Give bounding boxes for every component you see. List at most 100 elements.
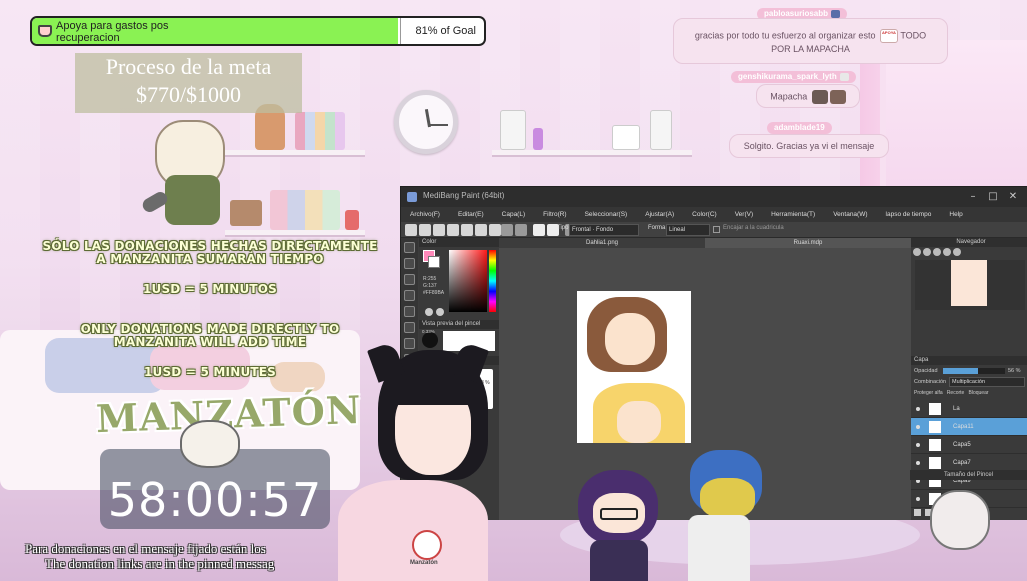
frame: [612, 125, 640, 150]
hue-slider[interactable]: [489, 250, 496, 312]
tab-dahlia[interactable]: Dahlia1.png: [499, 238, 705, 248]
color-panel: Color R:255 G:137 #FF89BA: [419, 238, 499, 320]
cat-plush: [930, 490, 990, 550]
close-icon[interactable]: ✕: [1006, 190, 1020, 204]
visibility-eye-icon[interactable]: [916, 461, 920, 465]
navigator-toolbar: [913, 248, 1026, 258]
drawing-canvas[interactable]: [577, 291, 691, 443]
layer-thumbnail: [929, 421, 941, 433]
color-values: R:255 G:137 #FF89BA: [423, 276, 445, 296]
maximize-icon[interactable]: □: [986, 190, 1000, 204]
visibility-eye-icon[interactable]: [916, 407, 920, 411]
wall-shelf: [492, 150, 692, 157]
secondary-color-swatch[interactable]: [428, 256, 440, 268]
brush-preview-dot: [422, 332, 438, 348]
share-icon[interactable]: [461, 224, 473, 236]
opacity-fill: [943, 368, 978, 374]
save-icon[interactable]: [433, 224, 445, 236]
layer-name: Capa11: [953, 424, 974, 430]
layer-row[interactable]: La: [911, 400, 1027, 418]
blend-mode-select[interactable]: Multiplicación: [949, 377, 1025, 387]
visibility-eye-icon[interactable]: [916, 497, 920, 501]
menu-item[interactable]: Ventana(W): [833, 207, 867, 222]
chat-message: Solgito. Gracias ya vi el mensaje: [729, 134, 889, 158]
brush-size-value: 0.33%: [422, 329, 435, 334]
tab-ruaxi[interactable]: Ruaxi.mdp: [705, 238, 911, 248]
check-tool-icon[interactable]: [404, 322, 415, 333]
new-layer-icon[interactable]: [914, 509, 921, 516]
layer-row[interactable]: Capa5: [911, 436, 1027, 454]
forma-select[interactable]: Lineal: [666, 224, 710, 236]
grid-snap-checkbox[interactable]: [713, 226, 720, 233]
layer-thumbnail: [929, 439, 941, 451]
raccoon-mascot: [180, 420, 240, 468]
donation-rate-es: 1USD = 5 MINUTOS: [142, 282, 278, 296]
deselect-icon[interactable]: [515, 224, 527, 236]
navigator-thumbnail: [951, 260, 987, 306]
brush-preview-title: Vista previa del pincel: [419, 320, 499, 329]
open-file-icon[interactable]: [419, 224, 431, 236]
brush-size-panel-title: Tamaño del Pincel: [910, 470, 1027, 480]
chat-message: Mapacha: [756, 84, 860, 108]
chat-message: gracias por todo tu esfuerzo al organiza…: [673, 18, 948, 64]
lamp: [533, 128, 543, 150]
settings-icon[interactable]: [475, 224, 487, 236]
menu-item[interactable]: Seleccionar(S): [585, 207, 628, 222]
chat-username: genshikurama_spark_lyth: [731, 71, 856, 83]
menu-item[interactable]: Filtro(R): [543, 207, 566, 222]
color-option-icon[interactable]: [425, 308, 433, 316]
menu-item[interactable]: lapso de tiempo: [886, 207, 932, 222]
window-title: MediBang Paint (64bit): [423, 191, 505, 200]
select-icon[interactable]: [489, 224, 501, 236]
menu-item[interactable]: Ver(V): [735, 207, 753, 222]
pen-tool-icon[interactable]: [404, 258, 415, 269]
wall-shelf: [225, 230, 365, 237]
color-option-icon[interactable]: [436, 308, 444, 316]
move-tool-icon[interactable]: [404, 338, 415, 349]
apoya-emote-icon: APOYA: [879, 29, 898, 43]
menu-item[interactable]: Herramienta(T): [771, 207, 815, 222]
menu-item[interactable]: Editar(E): [458, 207, 484, 222]
menu-item[interactable]: Color(C): [692, 207, 717, 222]
navigator-title: Navegador: [911, 238, 1027, 247]
menu-item[interactable]: Capa(L): [502, 207, 525, 222]
menu-item[interactable]: Archivo(F): [410, 207, 440, 222]
opacity-slider[interactable]: [943, 368, 1005, 374]
dot-tool-icon[interactable]: [404, 306, 415, 317]
menu-bar: Archivo(F) Editar(E) Capa(L) Filtro(R) Selec…: [401, 207, 1027, 222]
color-picker-square[interactable]: [449, 250, 487, 312]
tipo-select[interactable]: Frontal · Fondo: [569, 224, 639, 236]
blue-hair-character-shirt: [688, 515, 750, 581]
books: [270, 190, 340, 230]
flip-icon[interactable]: [953, 248, 961, 256]
layer-options: Proteger alfa Recorte Bloquear: [914, 390, 989, 396]
minimize-icon[interactable]: –: [966, 190, 980, 204]
cloud-save-icon[interactable]: [447, 224, 459, 236]
zoom-out-icon[interactable]: [923, 248, 931, 256]
menu-item[interactable]: Help: [949, 207, 962, 222]
donation-goal-bar: Apoya para gastos pos recuperacion 81% o…: [30, 16, 486, 46]
visibility-eye-icon[interactable]: [916, 425, 920, 429]
shape-tool-icon[interactable]: [404, 290, 415, 301]
protect-alpha-checkbox[interactable]: Proteger alfa: [914, 390, 943, 396]
eraser-tool-icon[interactable]: [404, 274, 415, 285]
tipo-label: Tipo: [557, 225, 569, 231]
fit-icon[interactable]: [933, 248, 941, 256]
goal-progress-panel: Proceso de la meta $770/$1000: [75, 53, 302, 113]
menu-item[interactable]: Ajustar(A): [645, 207, 674, 222]
rotate-icon[interactable]: [943, 248, 951, 256]
layer-thumbnail: [929, 403, 941, 415]
mascot-label: Manzatón: [410, 560, 438, 566]
deselect-icon[interactable]: [501, 224, 513, 236]
brush-tool-icon[interactable]: [404, 242, 415, 253]
goal-percent: 81% of Goal: [415, 25, 476, 37]
undo-icon[interactable]: [533, 224, 545, 236]
lock-checkbox[interactable]: Bloquear: [969, 390, 989, 396]
donation-notice-en: The donation links are in the pinned mes…: [45, 556, 275, 571]
zoom-in-icon[interactable]: [913, 248, 921, 256]
clip-checkbox[interactable]: Recorte: [947, 390, 965, 396]
title-bar[interactable]: MediBang Paint (64bit) – □ ✕: [401, 187, 1027, 207]
new-file-icon[interactable]: [405, 224, 417, 236]
visibility-eye-icon[interactable]: [916, 443, 920, 447]
layer-row[interactable]: Capa11: [911, 418, 1027, 436]
